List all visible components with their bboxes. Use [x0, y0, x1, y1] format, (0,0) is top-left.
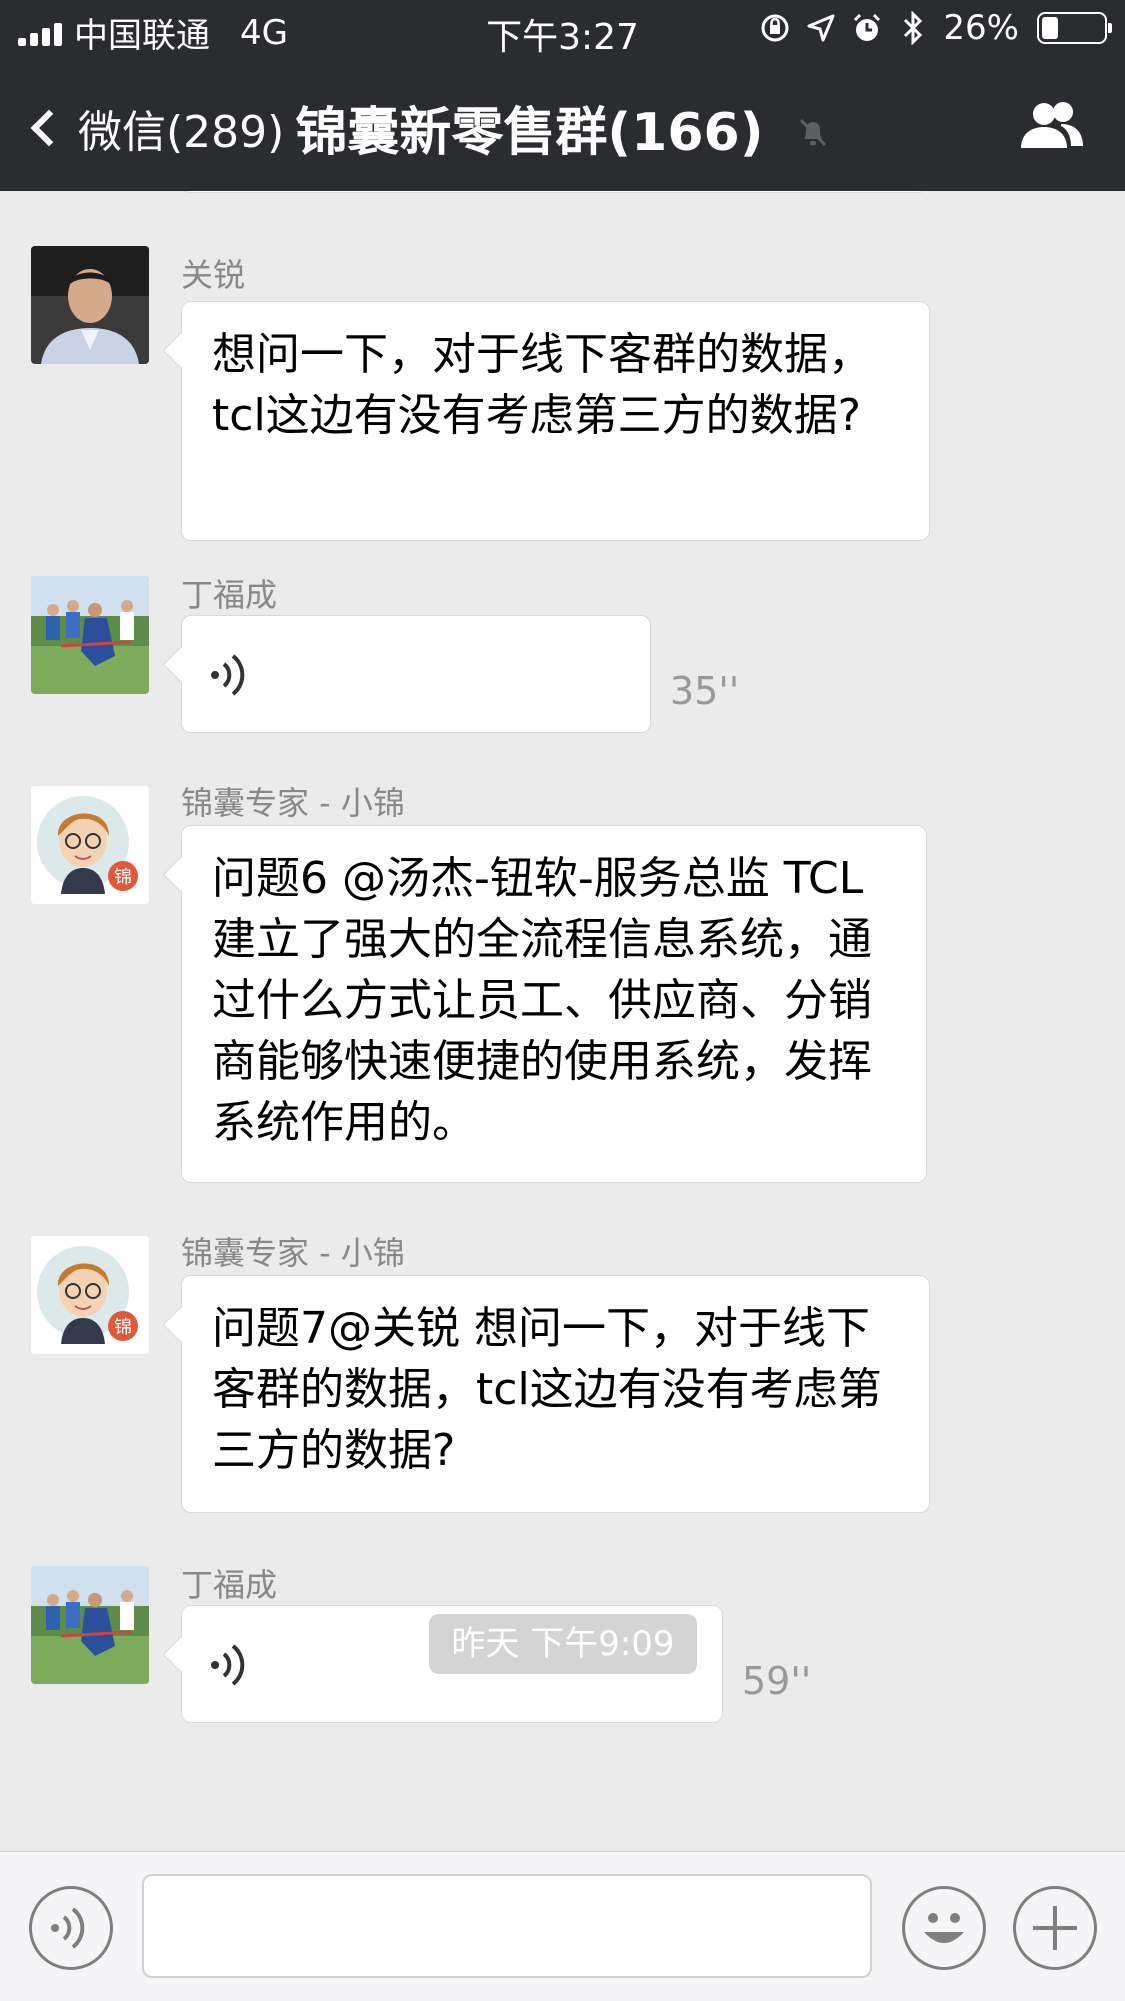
timestamp-label: 昨天 下午9:09: [429, 1614, 697, 1674]
avatar[interactable]: 锦: [31, 786, 149, 904]
voice-wave-icon: [211, 654, 245, 696]
avatar[interactable]: [31, 1566, 149, 1684]
avatar[interactable]: [31, 246, 149, 364]
status-bar: 中国联通 4G 下午3:27 26%: [0, 0, 1125, 62]
voice-duration: 35'': [670, 669, 740, 713]
group-members-button[interactable]: [1017, 100, 1087, 152]
avatar[interactable]: [31, 576, 149, 694]
sender-name: 关锐: [181, 256, 246, 294]
chat-title-text: 锦囊新零售群(166): [295, 103, 764, 163]
nav-bar: 微信(289) 锦囊新零售群(166): [0, 62, 1125, 191]
voice-input-button[interactable]: [29, 1886, 113, 1970]
location-icon: [805, 8, 837, 48]
orientation-lock-icon: [759, 8, 791, 48]
message-bubble[interactable]: 问题7@关锐 想问一下，对于线下客群的数据，tcl这边有没有考虑第三方的数据?: [181, 1275, 930, 1513]
mute-bell-icon: [796, 115, 830, 158]
voice-duration: 59'': [742, 1659, 812, 1703]
sender-name: 丁福成: [181, 1566, 278, 1604]
avatar[interactable]: 锦: [31, 1236, 149, 1354]
previous-message-bubble[interactable]: [180, 191, 928, 193]
battery-icon: [1037, 12, 1112, 44]
message-bubble[interactable]: 想问一下，对于线下客群的数据，tcl这边有没有考虑第三方的数据?: [181, 301, 930, 541]
input-bar: [0, 1851, 1125, 2001]
voice-wave-icon: [211, 1644, 245, 1686]
chat-title: 锦囊新零售群(166): [0, 90, 1125, 165]
more-button[interactable]: [1013, 1886, 1097, 1970]
message-input[interactable]: [142, 1874, 872, 1978]
plus-icon: [1033, 1906, 1077, 1950]
voice-message-bubble[interactable]: [181, 615, 651, 733]
sender-name: 丁福成: [181, 576, 278, 614]
voice-icon: [51, 1907, 85, 1949]
people-icon: [1021, 102, 1083, 148]
chat-area[interactable]: 关锐 想问一下，对于线下客群的数据，tcl这边有没有考虑第三方的数据? 丁福成: [0, 191, 1125, 1851]
svg-text:锦: 锦: [114, 867, 132, 888]
message-bubble[interactable]: 问题6 @汤杰-钮软-服务总监 TCL建立了强大的全流程信息系统，通过什么方式让…: [181, 825, 927, 1183]
bluetooth-icon: [897, 8, 929, 48]
sender-name: 锦囊专家 - 小锦: [181, 1234, 405, 1272]
emoji-button[interactable]: [902, 1886, 986, 1970]
battery-percent: 26%: [943, 8, 1019, 48]
emoji-icon: [924, 1913, 964, 1943]
svg-text:锦: 锦: [114, 1317, 132, 1338]
alarm-icon: [851, 8, 883, 48]
battery-fill: [1042, 17, 1058, 39]
top-bar: 中国联通 4G 下午3:27 26% 微信(289) 锦囊新零售群(166): [0, 0, 1125, 191]
sender-name: 锦囊专家 - 小锦: [181, 784, 405, 822]
